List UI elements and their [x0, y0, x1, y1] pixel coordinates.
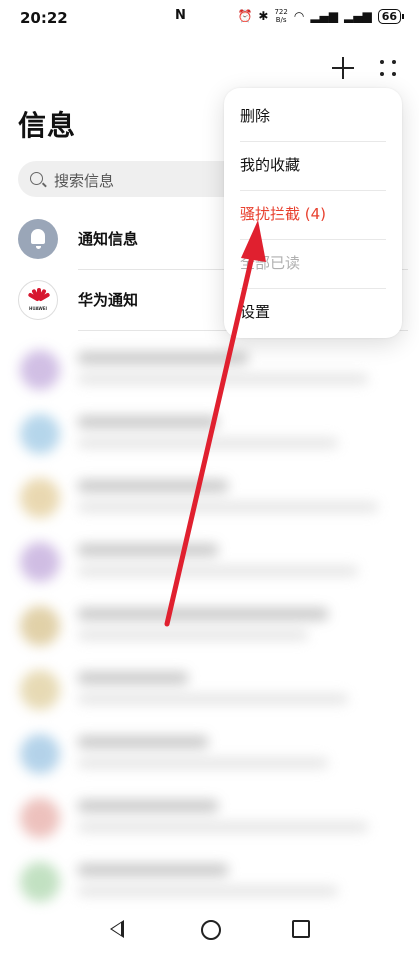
- huawei-logo-text: HUAWEI: [28, 306, 48, 311]
- page-title: 信息: [18, 109, 77, 142]
- conversation-name: 华为通知: [78, 291, 139, 309]
- list-item[interactable]: [14, 848, 404, 912]
- menu-item-settings[interactable]: 设置: [240, 288, 386, 337]
- status-icons: ⏰ ✱ 722 B/s ◠ ▂▄▆ ▂▄▆ 66: [237, 8, 405, 24]
- battery-icon: 66: [377, 8, 405, 24]
- search-placeholder: 搜索信息: [54, 172, 115, 190]
- list-item[interactable]: [14, 720, 404, 784]
- search-icon: [30, 172, 43, 185]
- more-dots-icon[interactable]: [378, 58, 400, 80]
- list-item[interactable]: [14, 336, 404, 400]
- blurred-conversation-list: [14, 336, 404, 911]
- status-bar: 20:22 N ⏰ ✱ 722 B/s ◠ ▂▄▆ ▂▄▆ 66: [0, 0, 419, 36]
- system-nav-bar: [0, 906, 419, 954]
- network-speed: 722 B/s: [274, 8, 287, 24]
- menu-item-harassment-block[interactable]: 骚扰拦截 (4): [240, 190, 386, 240]
- signal-icon: ▂▄▆: [310, 9, 338, 23]
- overflow-menu: 删除 我的收藏 骚扰拦截 (4) 全部已读 设置: [224, 88, 402, 338]
- signal-icon-2: ▂▄▆: [344, 9, 372, 23]
- nfc-icon: N: [175, 8, 186, 23]
- recents-icon[interactable]: [292, 920, 310, 938]
- status-time: 20:22: [20, 9, 68, 27]
- wifi-icon: ◠: [293, 9, 305, 23]
- menu-item-delete[interactable]: 删除: [240, 92, 386, 142]
- bluetooth-icon: ✱: [258, 9, 269, 23]
- list-item[interactable]: [14, 464, 404, 528]
- plus-icon[interactable]: [330, 55, 356, 81]
- huawei-logo-icon: HUAWEI: [18, 280, 58, 320]
- net-speed-value: 722: [274, 8, 288, 16]
- alarm-icon: ⏰: [237, 9, 253, 23]
- bell-icon: [18, 219, 58, 259]
- huawei-petals: [27, 288, 51, 302]
- conversation-name: 通知信息: [78, 230, 139, 248]
- net-speed-unit: B/s: [275, 16, 287, 24]
- menu-item-mark-all-read[interactable]: 全部已读: [240, 239, 386, 289]
- list-item[interactable]: [14, 592, 404, 656]
- back-icon[interactable]: [110, 920, 124, 938]
- menu-item-favorites[interactable]: 我的收藏: [240, 141, 386, 191]
- list-item[interactable]: [14, 400, 404, 464]
- list-item[interactable]: [14, 784, 404, 848]
- list-item[interactable]: [14, 656, 404, 720]
- list-item[interactable]: [14, 528, 404, 592]
- home-icon[interactable]: [201, 920, 221, 940]
